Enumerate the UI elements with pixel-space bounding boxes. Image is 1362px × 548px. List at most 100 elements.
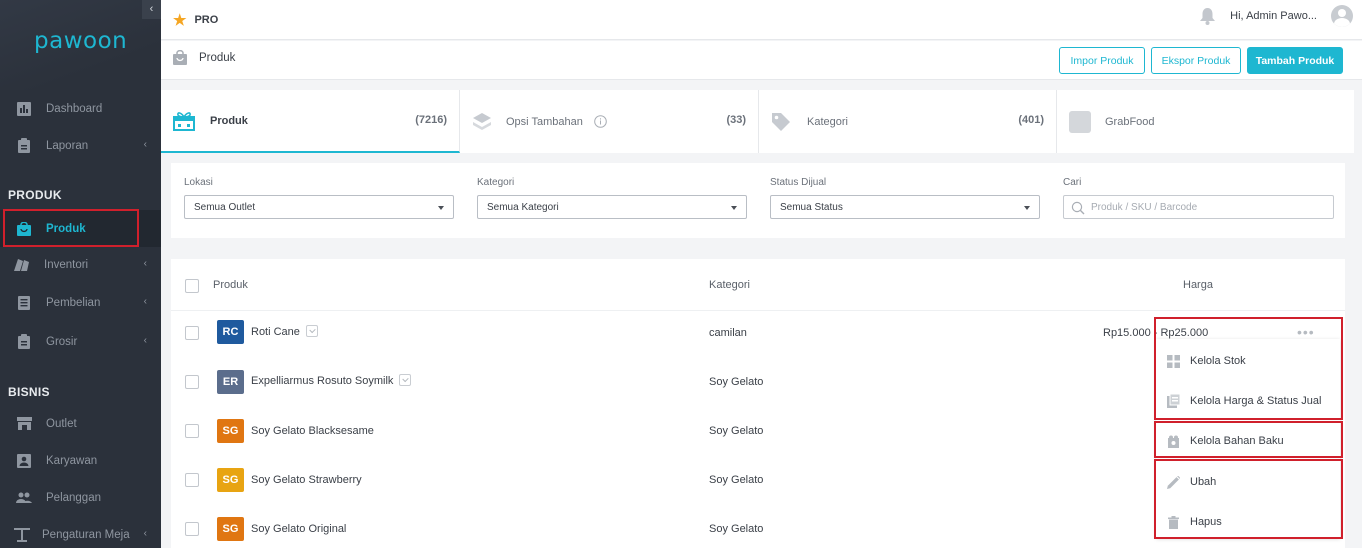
product-category: Soy Gelato: [709, 523, 764, 535]
product-name[interactable]: Soy Gelato Blacksesame: [251, 425, 374, 437]
section-title-produk: PRODUK: [8, 188, 62, 202]
id-card-icon: [16, 453, 32, 469]
product-avatar: ER: [217, 370, 244, 394]
sidebar-item-dashboard[interactable]: Dashboard: [0, 90, 161, 127]
sidebar-item-pengaturan-meja[interactable]: Pengaturan Meja ‹: [0, 516, 161, 548]
status-select[interactable]: Semua Status: [770, 195, 1040, 219]
people-icon: [16, 490, 32, 506]
grabfood-logo-icon: [1069, 110, 1091, 133]
tab-produk[interactable]: Produk (7216): [161, 90, 460, 153]
row-checkbox[interactable]: [185, 375, 199, 389]
tab-count: (401): [1018, 114, 1044, 126]
product-category: Soy Gelato: [709, 425, 764, 437]
row-checkbox[interactable]: [185, 424, 199, 438]
row-checkbox[interactable]: [185, 473, 199, 487]
highlight-box-produk: [3, 209, 139, 247]
chevron-left-icon: ‹: [143, 528, 147, 539]
tab-kategori[interactable]: Kategori (401): [759, 90, 1057, 153]
filter-label: Lokasi: [184, 177, 213, 188]
info-icon[interactable]: [594, 115, 607, 128]
table-icon: [14, 527, 30, 543]
chevron-left-icon: ‹: [143, 258, 147, 269]
product-category: Soy Gelato: [709, 474, 764, 486]
product-name[interactable]: Soy Gelato Strawberry: [251, 474, 362, 486]
product-avatar: SG: [217, 517, 244, 541]
row-checkbox[interactable]: [185, 522, 199, 536]
add-product-button[interactable]: Tambah Produk: [1247, 47, 1343, 74]
chevron-left-icon: ‹: [143, 335, 147, 346]
filter-lokasi: Lokasi Semua Outlet: [184, 177, 454, 219]
sidebar-item-label: Pengaturan Meja: [42, 528, 130, 541]
column-header-produk: Produk: [213, 279, 248, 291]
product-name[interactable]: Expelliarmus Rosuto Soymilk: [251, 374, 412, 387]
sidebar-item-label: Pelanggan: [46, 491, 101, 504]
tab-label: GrabFood: [1105, 115, 1155, 128]
store-icon: [16, 416, 32, 432]
select-value: Semua Outlet: [194, 201, 256, 213]
user-greeting[interactable]: Hi, Admin Pawo...: [1230, 10, 1317, 22]
clipboard-icon: [16, 334, 32, 350]
tab-label: Opsi Tambahan: [506, 115, 583, 128]
chart-icon: [16, 101, 32, 117]
star-icon: ★: [173, 12, 187, 29]
chevron-left-icon: ‹: [143, 296, 147, 307]
logo-area: pawoon: [0, 0, 161, 90]
product-name-text: Roti Cane: [251, 326, 300, 338]
search-input[interactable]: [1091, 201, 1321, 213]
caret-down-icon: [731, 206, 737, 210]
select-value: Semua Kategori: [487, 201, 559, 213]
tab-grabfood[interactable]: GrabFood: [1057, 90, 1354, 153]
sidebar-item-laporan[interactable]: Laporan ‹: [0, 127, 161, 164]
select-value: Semua Status: [780, 201, 843, 213]
sidebar-item-label: Inventori: [44, 258, 89, 271]
outlet-select[interactable]: Semua Outlet: [184, 195, 454, 219]
shopping-bag-icon: [173, 49, 187, 68]
document-icon: [16, 295, 32, 311]
filter-label: Cari: [1063, 177, 1082, 188]
sidebar-item-outlet[interactable]: Outlet: [0, 405, 161, 442]
filter-status: Status Dijual Semua Status: [770, 177, 1040, 219]
column-header-harga: Harga: [1183, 279, 1213, 291]
section-title-bisnis: BISNIS: [8, 385, 50, 399]
sidebar-item-grosir[interactable]: Grosir ‹: [0, 323, 161, 360]
pawoon-logo[interactable]: pawoon: [34, 28, 127, 54]
highlight-box-edit-delete: [1154, 459, 1343, 539]
sidebar-item-label: Grosir: [46, 335, 78, 348]
product-avatar: SG: [217, 419, 244, 443]
filter-kategori: Kategori Semua Kategori: [477, 177, 747, 219]
boxes-icon: [14, 257, 30, 273]
select-all-checkbox[interactable]: [185, 279, 199, 293]
page-header: Produk Impor Produk Ekspor Produk Tambah…: [161, 41, 1362, 80]
tab-label: Kategori: [807, 115, 848, 128]
search-field: [1063, 195, 1334, 219]
bell-icon[interactable]: [1200, 7, 1216, 25]
caret-down-icon: [1024, 206, 1030, 210]
sidebar-item-pelanggan[interactable]: Pelanggan: [0, 479, 161, 516]
import-product-button[interactable]: Impor Produk: [1059, 47, 1145, 74]
highlight-box-menu-top: [1154, 317, 1343, 420]
filter-label: Kategori: [477, 177, 515, 188]
product-category: Soy Gelato: [709, 376, 764, 388]
tab-opsi-tambahan[interactable]: Opsi Tambahan (33): [460, 90, 759, 153]
filter-label: Status Dijual: [770, 177, 827, 188]
product-category: camilan: [709, 327, 747, 339]
product-name[interactable]: Roti Cane: [251, 325, 318, 338]
sidebar-item-label: Dashboard: [46, 102, 103, 115]
sidebar-item-inventori[interactable]: Inventori ‹: [0, 246, 161, 283]
row-checkbox[interactable]: [185, 326, 199, 340]
product-avatar: SG: [217, 468, 244, 492]
category-select[interactable]: Semua Kategori: [477, 195, 747, 219]
export-product-button[interactable]: Ekspor Produk: [1151, 47, 1241, 74]
filter-panel: Lokasi Semua Outlet Kategori Semua Kateg…: [171, 163, 1345, 238]
avatar[interactable]: [1331, 5, 1353, 27]
tag-icon: [771, 112, 791, 132]
tab-label: Produk: [210, 114, 248, 127]
variant-icon: [305, 325, 318, 338]
sidebar-collapse-button[interactable]: ‹: [142, 0, 161, 19]
sidebar-item-pembelian[interactable]: Pembelian ‹: [0, 284, 161, 321]
product-name[interactable]: Soy Gelato Original: [251, 523, 346, 535]
product-name-text: Expelliarmus Rosuto Soymilk: [251, 375, 394, 387]
sidebar-item-karyawan[interactable]: Karyawan: [0, 442, 161, 479]
sidebar-item-label: Laporan: [46, 139, 89, 152]
tab-count: (7216): [415, 114, 447, 126]
